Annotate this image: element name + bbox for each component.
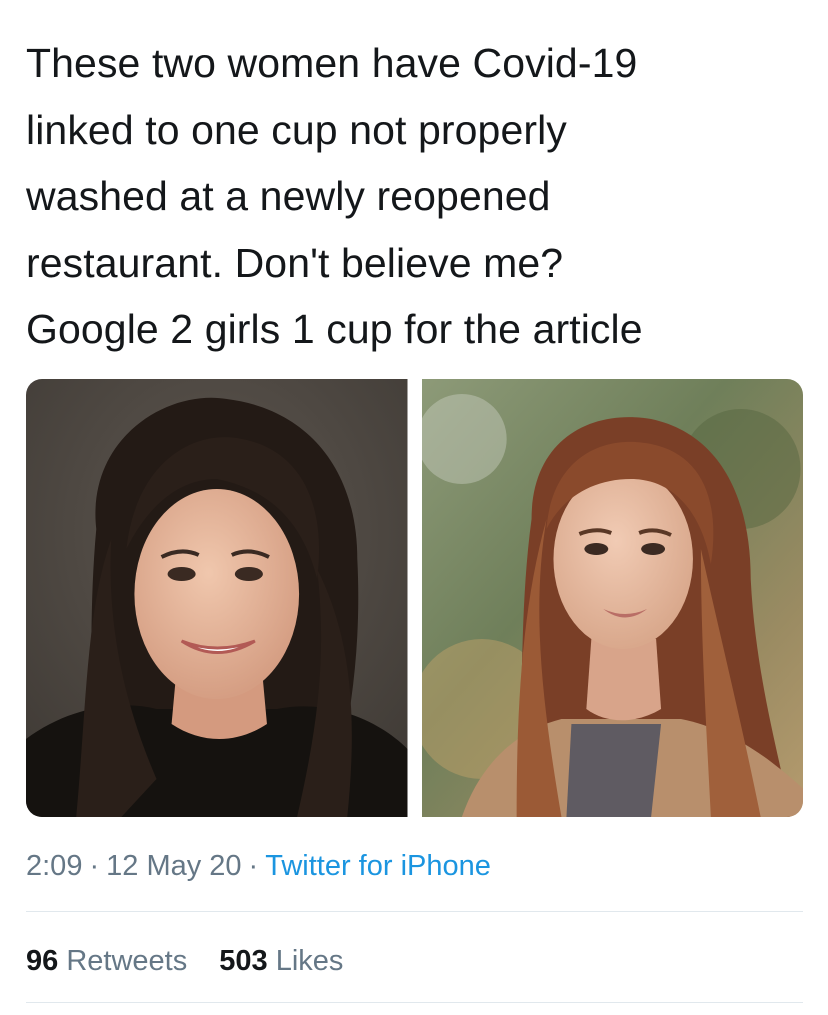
tweet-time[interactable]: 2:09 — [26, 850, 82, 882]
tweet-media-grid — [26, 379, 803, 817]
likes-label: Likes — [275, 945, 344, 977]
likes-stat[interactable]: 503 Likes — [219, 945, 343, 977]
tweet-photo-left[interactable] — [26, 379, 408, 817]
tweet-date[interactable]: 12 May 20 — [106, 850, 241, 882]
tweet-meta: 2:09 · 12 May 20 · Twitter for iPhone — [26, 846, 491, 886]
meta-separator: · — [248, 850, 259, 882]
tweet-stats: 96 Retweets 503 Likes — [26, 941, 367, 981]
tweet-text-line: linked to one cup not properly — [26, 106, 567, 153]
tweet-text-line: restaurant. Don't believe me? — [26, 239, 564, 286]
tweet-source-link[interactable]: Twitter for iPhone — [265, 850, 491, 882]
retweets-label: Retweets — [66, 945, 188, 977]
retweets-stat[interactable]: 96 Retweets — [26, 945, 187, 977]
tweet-text-line: These two women have Covid-19 — [26, 40, 638, 86]
tweet-photo-right[interactable] — [421, 379, 803, 817]
tweet-text: These two women have Covid-19 linked to … — [26, 30, 816, 363]
portrait-dark-hair-image — [26, 379, 408, 817]
tweet-text-line: washed at a newly reopened — [26, 173, 551, 219]
tweet: These two women have Covid-19 linked to … — [0, 0, 828, 1015]
likes-count: 503 — [219, 945, 268, 977]
retweets-count: 96 — [26, 945, 59, 977]
tweet-text-line: Google 2 girls 1 cup for the article — [26, 306, 643, 352]
meta-separator: · — [89, 850, 100, 882]
divider — [26, 1002, 803, 1003]
divider — [26, 911, 803, 912]
portrait-auburn-hair-image — [421, 379, 803, 817]
